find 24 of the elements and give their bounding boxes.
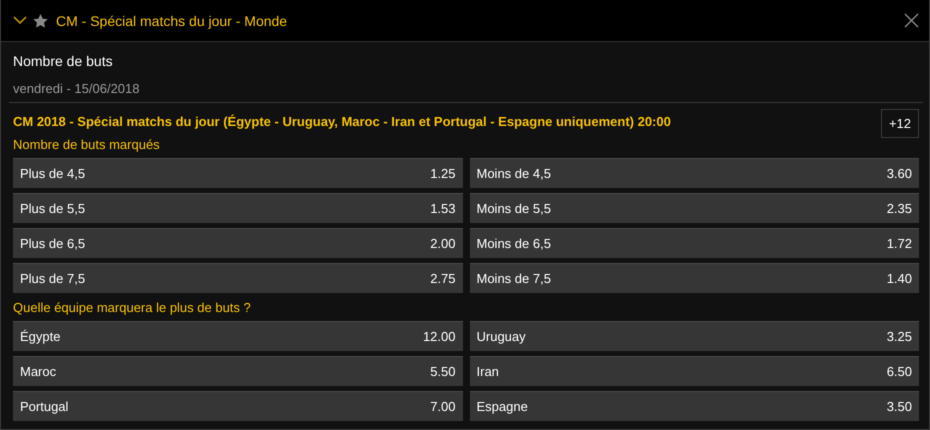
odds-button[interactable]: Plus de 6,5 2.00 — [13, 228, 462, 258]
panel-title: CM - Spécial matchs du jour - Monde — [56, 12, 288, 28]
odds-button[interactable]: Moins de 6,5 1.72 — [470, 228, 919, 258]
event-title: CM 2018 - Spécial matchs du jour (Égypte - Uruguay, Maroc - Iran et Portugal - Espagne uniquement) 20:00 — [13, 114, 671, 129]
chevron-down-icon[interactable] — [13, 16, 27, 25]
odds-button[interactable]: Espagne 3.50 — [470, 391, 919, 421]
odds-button[interactable]: Plus de 7,5 2.75 — [13, 263, 462, 293]
odds-button[interactable]: Moins de 5,5 2.35 — [470, 193, 919, 223]
star-icon[interactable] — [33, 14, 48, 28]
odds-button[interactable]: Uruguay 3.25 — [470, 321, 919, 351]
odds-button[interactable]: Égypte 12.00 — [13, 321, 462, 351]
odds-button[interactable]: Moins de 4,5 3.60 — [470, 158, 919, 188]
odds-button[interactable]: Moins de 7,5 1.40 — [470, 263, 919, 293]
close-icon[interactable] — [904, 13, 919, 28]
odds-button[interactable]: Iran 6.50 — [470, 356, 919, 386]
section-title: Nombre de buts marqués — [13, 137, 161, 152]
section-title: Quelle équipe marquera le plus de buts ? — [13, 300, 252, 315]
odds-button[interactable]: Plus de 5,5 1.53 — [13, 193, 462, 223]
odds-button[interactable]: Portugal 7.00 — [13, 391, 462, 421]
market-title: Nombre de buts — [13, 53, 114, 71]
odds-button[interactable]: Maroc 5.50 — [13, 356, 462, 386]
date-label: vendredi - 15/06/2018 — [9, 81, 923, 103]
more-markets-button[interactable]: +12 — [881, 109, 919, 138]
odds-button[interactable]: Plus de 4,5 1.25 — [13, 158, 462, 188]
